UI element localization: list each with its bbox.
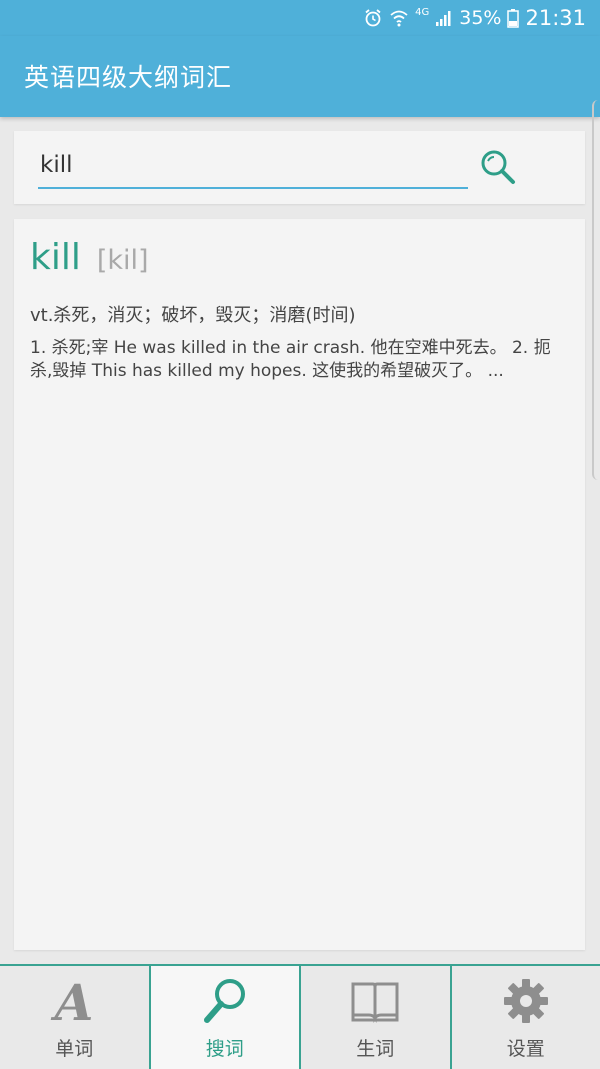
nav-item-words[interactable]: A 单词: [0, 966, 151, 1069]
wifi-icon: [389, 8, 409, 28]
word-header: kill [kil]: [30, 237, 149, 278]
letter-a-icon: A: [46, 976, 102, 1026]
search-button[interactable]: [478, 147, 518, 187]
nav-label: 生词: [301, 1034, 450, 1061]
search-icon: [478, 172, 518, 191]
book-icon: [347, 976, 403, 1026]
bottom-nav: A 单词 搜词 生词: [0, 964, 600, 1069]
app-bar: 英语四级大纲词汇: [0, 36, 600, 117]
examples: 1. 杀死;宰 He was killed in the air crash. …: [30, 337, 570, 383]
result-card: kill [kil] vt.杀死，消灭；破坏，毁灭；消磨(时间) 1. 杀死;宰…: [14, 219, 585, 950]
nav-item-vocabulary[interactable]: 生词: [301, 966, 452, 1069]
nav-item-settings[interactable]: 设置: [452, 966, 600, 1069]
network-type: 4G: [415, 7, 429, 18]
phonetic: [kil]: [97, 245, 149, 276]
signal-icon: [435, 9, 453, 27]
definition: vt.杀死，消灭；破坏，毁灭；消磨(时间): [30, 301, 355, 327]
svg-text:A: A: [51, 976, 94, 1026]
headword: kill: [30, 237, 81, 278]
search-card: [14, 131, 585, 204]
clock: 21:31: [525, 6, 586, 30]
nav-label: 搜词: [151, 1034, 300, 1061]
gear-icon: [498, 976, 554, 1026]
edge-panel-handle: [592, 100, 600, 480]
status-bar: 4G 35% 21:31: [0, 0, 600, 36]
nav-label: 设置: [452, 1034, 600, 1061]
search-input[interactable]: [38, 143, 468, 189]
search-icon: [197, 976, 253, 1026]
status-icons: 4G 35% 21:31: [363, 0, 586, 36]
app-title: 英语四级大纲词汇: [24, 58, 232, 94]
alarm-icon: [363, 8, 383, 28]
nav-item-search[interactable]: 搜词: [151, 966, 302, 1069]
nav-label: 单词: [0, 1034, 149, 1061]
battery-percent: 35%: [459, 7, 501, 29]
battery-icon: [507, 8, 519, 28]
